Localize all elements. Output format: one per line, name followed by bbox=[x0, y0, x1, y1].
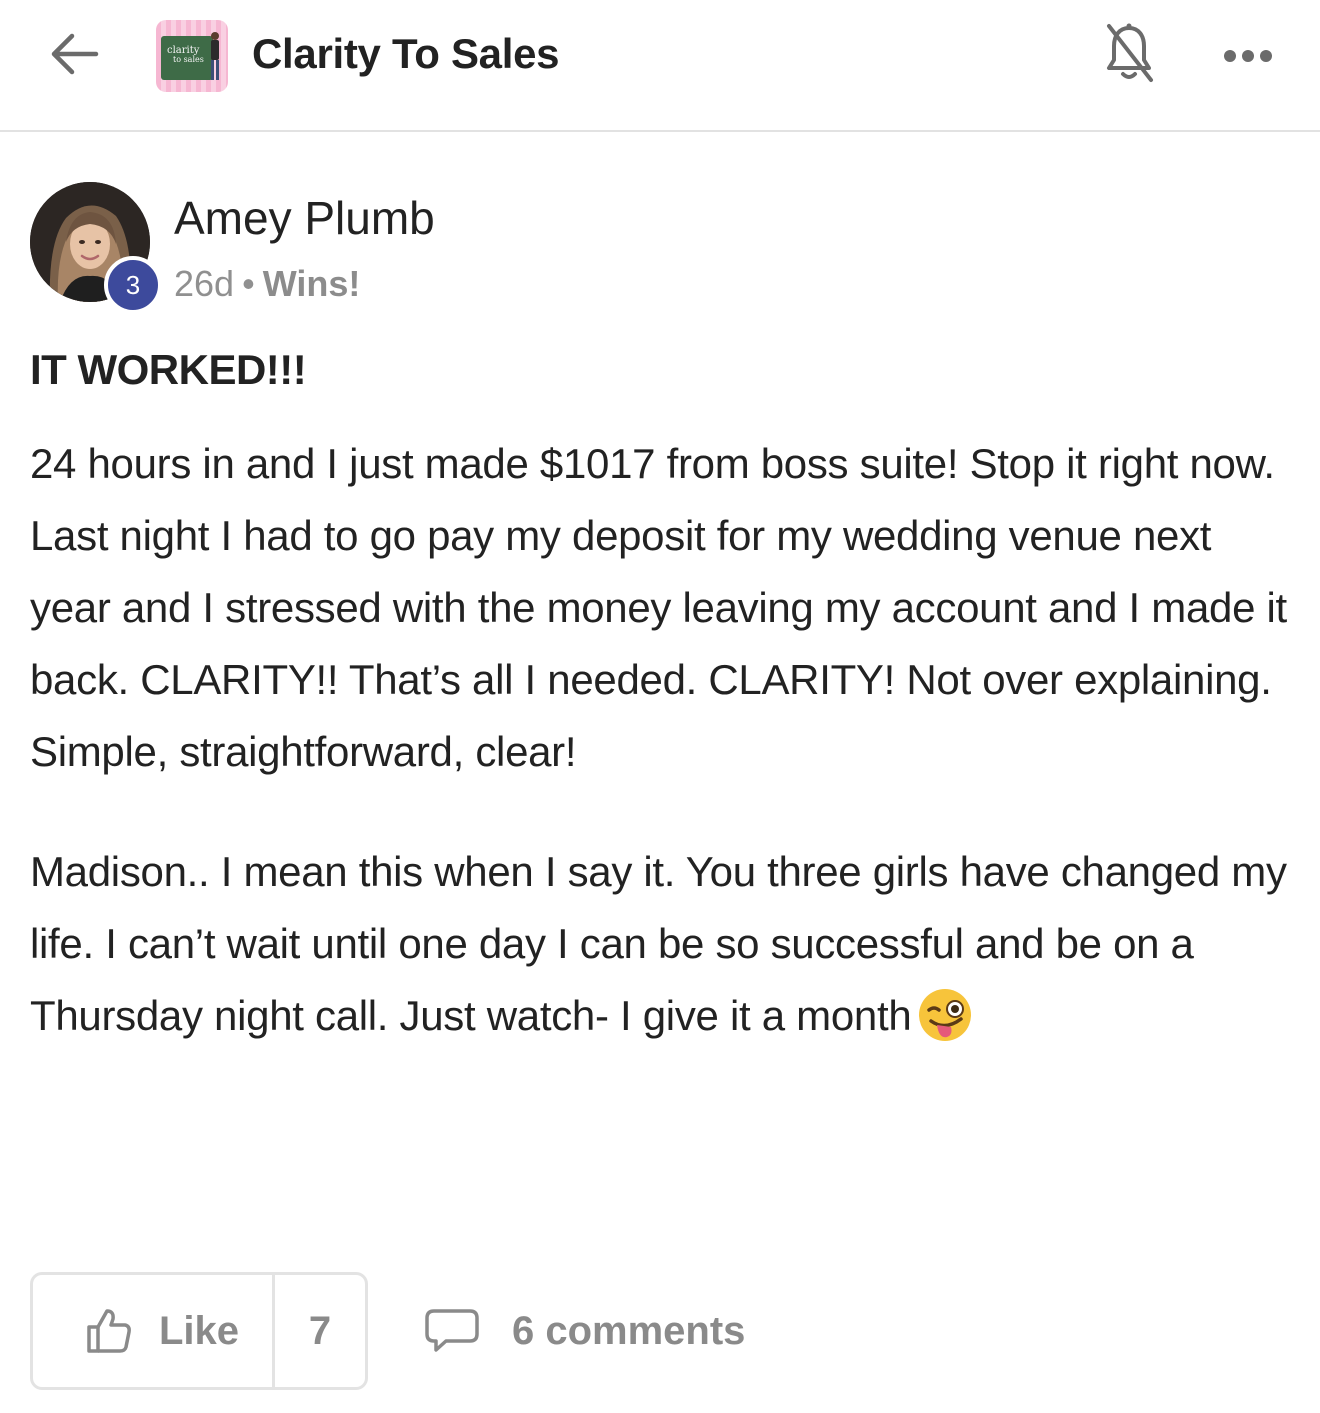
post-meta: 26d • Wins! bbox=[174, 262, 360, 306]
notifications-button[interactable] bbox=[1098, 20, 1160, 86]
level-badge: 3 bbox=[104, 256, 162, 314]
post-age: 26d bbox=[174, 263, 235, 304]
arrow-left-icon bbox=[51, 33, 99, 75]
post-title: IT WORKED!!! bbox=[30, 346, 307, 393]
top-bar: clarity to sales Clarity To Sales bbox=[0, 0, 1320, 132]
back-button[interactable] bbox=[44, 26, 104, 82]
post-category[interactable]: Wins! bbox=[263, 263, 361, 304]
post-body: 24 hours in and I just made $1017 from b… bbox=[30, 428, 1302, 1052]
group-title[interactable]: Clarity To Sales bbox=[252, 28, 560, 80]
comments-button[interactable]: 6 comments bbox=[424, 1300, 745, 1362]
logo-figure-icon bbox=[211, 32, 219, 80]
post-paragraph-1: 24 hours in and I just made $1017 from b… bbox=[30, 440, 1287, 775]
like-label: Like bbox=[159, 1308, 240, 1353]
post-paragraph-2-text: Madison.. I mean this when I say it. You… bbox=[30, 848, 1287, 1039]
bell-off-icon bbox=[1107, 23, 1153, 82]
comment-bubble-icon bbox=[425, 1309, 479, 1352]
more-options-button[interactable] bbox=[1214, 34, 1282, 78]
winking-face-with-tongue-icon bbox=[919, 988, 972, 1041]
more-horizontal-icon bbox=[1224, 50, 1272, 62]
meta-separator: • bbox=[242, 263, 255, 304]
like-button[interactable]: Like bbox=[33, 1275, 275, 1387]
logo-text-line1: clarity bbox=[167, 45, 200, 56]
post-paragraph-2: Madison.. I mean this when I say it. You… bbox=[30, 836, 1302, 1052]
thumbs-up-icon bbox=[87, 1309, 131, 1353]
logo-text-line2: to sales bbox=[173, 55, 204, 64]
author-name[interactable]: Amey Plumb bbox=[174, 190, 435, 246]
group-logo[interactable]: clarity to sales bbox=[156, 20, 228, 92]
comments-label: 6 comments bbox=[512, 1308, 746, 1353]
logo-text: clarity to sales bbox=[167, 45, 204, 65]
like-count[interactable]: 7 bbox=[275, 1275, 365, 1387]
like-control: Like 7 bbox=[30, 1272, 368, 1390]
author-avatar-wrapper[interactable]: 3 bbox=[30, 182, 164, 316]
